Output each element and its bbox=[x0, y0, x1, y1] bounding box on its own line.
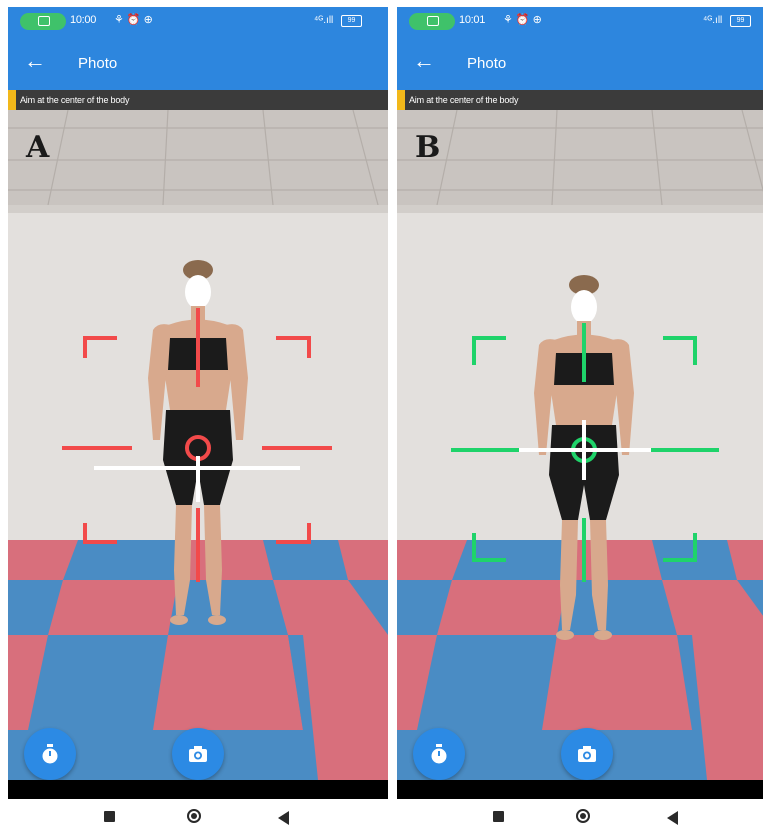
capture-button[interactable] bbox=[172, 728, 224, 780]
panel-label: B bbox=[415, 130, 441, 165]
camera-scene bbox=[397, 110, 763, 780]
status-notification-icons: ⚘ ⏰ ⊕ bbox=[114, 14, 153, 26]
camera-icon bbox=[189, 746, 207, 762]
status-time: 10:01 bbox=[459, 14, 486, 26]
panel-label: A bbox=[26, 130, 50, 165]
hint-accent bbox=[8, 90, 16, 110]
screen-bottom-edge bbox=[8, 780, 388, 799]
page-title: Photo bbox=[467, 55, 507, 72]
phone-screen-a: 10:00 ⚘ ⏰ ⊕ ⁴ᴳ.ıll 99 ← Photo Aim at the… bbox=[8, 7, 388, 799]
recent-apps-icon[interactable] bbox=[104, 811, 115, 822]
camera-scene bbox=[8, 110, 388, 780]
nav-back-icon[interactable] bbox=[278, 811, 289, 825]
recording-pill bbox=[409, 13, 455, 30]
screen-record-icon bbox=[38, 16, 50, 26]
status-bar: 10:00 ⚘ ⏰ ⊕ ⁴ᴳ.ıll 99 bbox=[8, 7, 388, 35]
status-notification-icons: ⚘ ⏰ ⊕ bbox=[503, 14, 542, 26]
battery-icon: 99 bbox=[730, 15, 751, 27]
system-nav-bar bbox=[397, 805, 763, 833]
home-icon[interactable] bbox=[187, 809, 201, 823]
hint-banner: Aim at the center of the body bbox=[397, 90, 763, 110]
hint-text: Aim at the center of the body bbox=[20, 95, 130, 105]
nav-back-icon[interactable] bbox=[667, 811, 678, 825]
timer-icon bbox=[42, 744, 58, 764]
app-bar: ← Photo bbox=[397, 35, 763, 90]
capture-button[interactable] bbox=[561, 728, 613, 780]
timer-icon bbox=[431, 744, 447, 764]
camera-preview[interactable]: B bbox=[397, 110, 763, 780]
hint-text: Aim at the center of the body bbox=[409, 95, 519, 105]
home-icon[interactable] bbox=[576, 809, 590, 823]
battery-icon: 99 bbox=[341, 15, 362, 27]
phone-screen-b: 10:01 ⚘ ⏰ ⊕ ⁴ᴳ.ıll 99 ← Photo Aim at the… bbox=[397, 7, 763, 799]
status-time: 10:00 bbox=[70, 14, 97, 26]
hint-banner: Aim at the center of the body bbox=[8, 90, 388, 110]
screen-record-icon bbox=[427, 16, 439, 26]
signal-icon: ⁴ᴳ.ıll bbox=[703, 15, 723, 26]
recording-pill bbox=[20, 13, 66, 30]
camera-preview[interactable]: A bbox=[8, 110, 388, 780]
app-bar: ← Photo bbox=[8, 35, 388, 90]
camera-icon bbox=[578, 746, 596, 762]
back-arrow-icon[interactable]: ← bbox=[413, 49, 435, 73]
timer-button[interactable] bbox=[413, 728, 465, 780]
recent-apps-icon[interactable] bbox=[493, 811, 504, 822]
back-arrow-icon[interactable]: ← bbox=[24, 49, 46, 73]
signal-icon: ⁴ᴳ.ıll bbox=[314, 15, 334, 26]
screen-bottom-edge bbox=[397, 780, 763, 799]
hint-accent bbox=[397, 90, 405, 110]
system-nav-bar bbox=[8, 805, 388, 833]
page-title: Photo bbox=[78, 55, 118, 72]
timer-button[interactable] bbox=[24, 728, 76, 780]
status-bar: 10:01 ⚘ ⏰ ⊕ ⁴ᴳ.ıll 99 bbox=[397, 7, 763, 35]
